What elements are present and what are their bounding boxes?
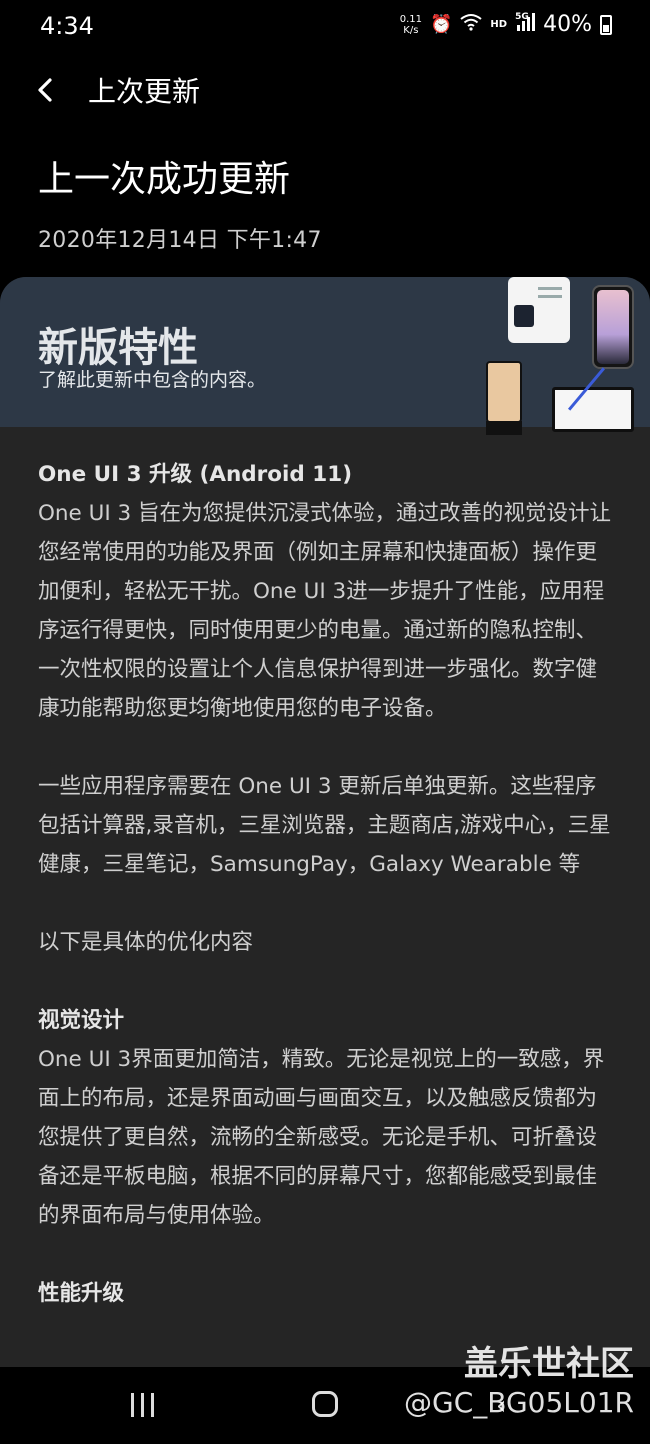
status-icons: 0.11 K/s ⏰ HD 5G 40% [400,12,612,37]
banner-subtitle: 了解此更新中包含的内容。 [38,369,267,391]
section-title: One UI 3 升级 (Android 11) [38,462,353,487]
network-speed-unit: K/s [403,24,419,36]
app-bar-title: 上次更新 [88,75,201,108]
section-title: 视觉设计 [38,1008,125,1033]
paragraph: 一些应用程序需要在 One UI 3 更新后单独更新。这些程序包括计算器,录音机… [38,774,611,877]
section-body: One UI 3 旨在为您提供沉浸式体验，通过改善的视觉设计让您经常使用的功能及… [38,501,612,721]
phone-illustration [592,285,634,369]
update-date: 2020年12月14日 下午1:47 [38,228,322,253]
wifi-icon [460,13,483,36]
whats-new-banner: 新版特性 了解此更新中包含的内容。 [0,277,650,435]
battery-percent: 40% [543,12,592,37]
release-notes-card[interactable]: 新版特性 了解此更新中包含的内容。 One UI 3 升级 (Android 1… [0,277,650,1367]
back-button[interactable] [24,68,68,112]
page-title: 上一次成功更新 [38,159,291,200]
status-time: 4:34 [40,12,94,40]
paragraph: 以下是具体的优化内容 [38,930,254,955]
release-notes-text: One UI 3 升级 (Android 11) One UI 3 旨在为您提供… [38,455,616,1313]
phone-screen-illustration [508,277,570,343]
foldable-illustration [486,361,522,435]
back-arrow-icon [38,78,52,102]
section-title: 性能升级 [38,1281,125,1306]
status-bar: 4:34 0.11 K/s ⏰ HD 5G 40% [0,0,650,54]
home-button[interactable] [312,1391,338,1417]
recent-apps-button[interactable] [131,1393,154,1417]
network-speed: 0.11 K/s [400,14,422,36]
watermark-handle: @GC_BG05L01R [404,1386,634,1419]
app-bar: 上次更新 [0,60,650,120]
battery-icon [600,14,612,35]
signal-icon: 5G [515,12,536,36]
network-type-label: 5G [515,12,529,22]
section-body: One UI 3界面更加简洁，精致。无论是视觉上的一致感，界面上的布局，还是界面… [38,1047,605,1228]
network-speed-value: 0.11 [399,13,422,25]
alarm-icon: ⏰ [430,13,453,35]
recent-apps-icon [131,1393,134,1417]
tablet-illustration [552,367,634,432]
hd-label: HD [490,18,508,30]
watermark-community: 盖乐世社区 [464,1344,634,1384]
